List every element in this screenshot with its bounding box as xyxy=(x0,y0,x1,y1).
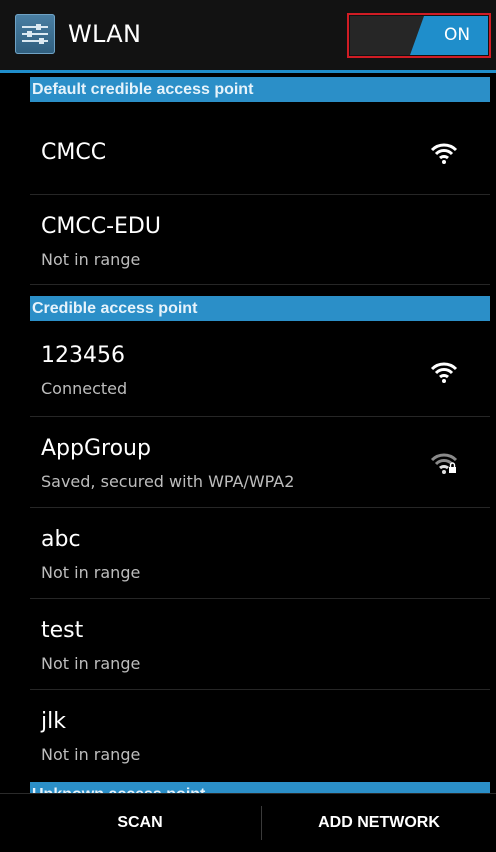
network-row-cmcc[interactable]: CMCC xyxy=(30,105,490,195)
network-name: CMCC-EDU xyxy=(41,214,161,239)
network-row-test[interactable]: test Not in range xyxy=(30,599,490,690)
network-status: Not in range xyxy=(41,250,141,269)
add-network-button[interactable]: ADD NETWORK xyxy=(264,794,494,852)
page-title: WLAN xyxy=(68,20,142,48)
bottom-button-bar: SCAN ADD NETWORK xyxy=(0,793,496,852)
wlan-settings-icon[interactable] xyxy=(15,14,55,54)
network-row-cmcc-edu[interactable]: CMCC-EDU Not in range xyxy=(30,195,490,285)
network-name: jlk xyxy=(41,709,66,734)
network-status: Connected xyxy=(41,379,128,398)
toggle-on-thumb[interactable]: ON xyxy=(410,16,488,55)
section-header-default-credible: Default credible access point xyxy=(30,77,490,102)
network-list[interactable]: Default credible access point CMCC CMCC-… xyxy=(0,73,496,793)
scan-button[interactable]: SCAN xyxy=(20,794,260,852)
section-header-credible: Credible access point xyxy=(30,296,490,321)
network-name: 123456 xyxy=(41,343,125,368)
button-divider xyxy=(261,806,262,840)
network-row-appgroup[interactable]: AppGroup Saved, secured with WPA/WPA2 xyxy=(30,417,490,508)
network-row-abc[interactable]: abc Not in range xyxy=(30,508,490,599)
action-bar: WLAN ON xyxy=(0,0,496,70)
network-name: CMCC xyxy=(41,140,107,165)
section-header-unknown: Unknown access point xyxy=(30,782,490,793)
wlan-toggle-switch[interactable]: ON xyxy=(350,16,488,55)
wifi-full-icon xyxy=(430,143,458,164)
network-status: Not in range xyxy=(41,563,141,582)
network-name: test xyxy=(41,618,84,643)
network-name: abc xyxy=(41,527,81,552)
network-name: AppGroup xyxy=(41,436,151,461)
wifi-locked-icon xyxy=(430,453,458,474)
network-row-123456[interactable]: 123456 Connected xyxy=(30,324,490,417)
network-status: Saved, secured with WPA/WPA2 xyxy=(41,472,295,491)
toggle-on-label: ON xyxy=(444,25,471,45)
network-status: Not in range xyxy=(41,654,141,673)
network-status: Not in range xyxy=(41,745,141,764)
network-row-jlk[interactable]: jlk Not in range xyxy=(30,690,490,781)
wifi-full-icon xyxy=(430,362,458,383)
